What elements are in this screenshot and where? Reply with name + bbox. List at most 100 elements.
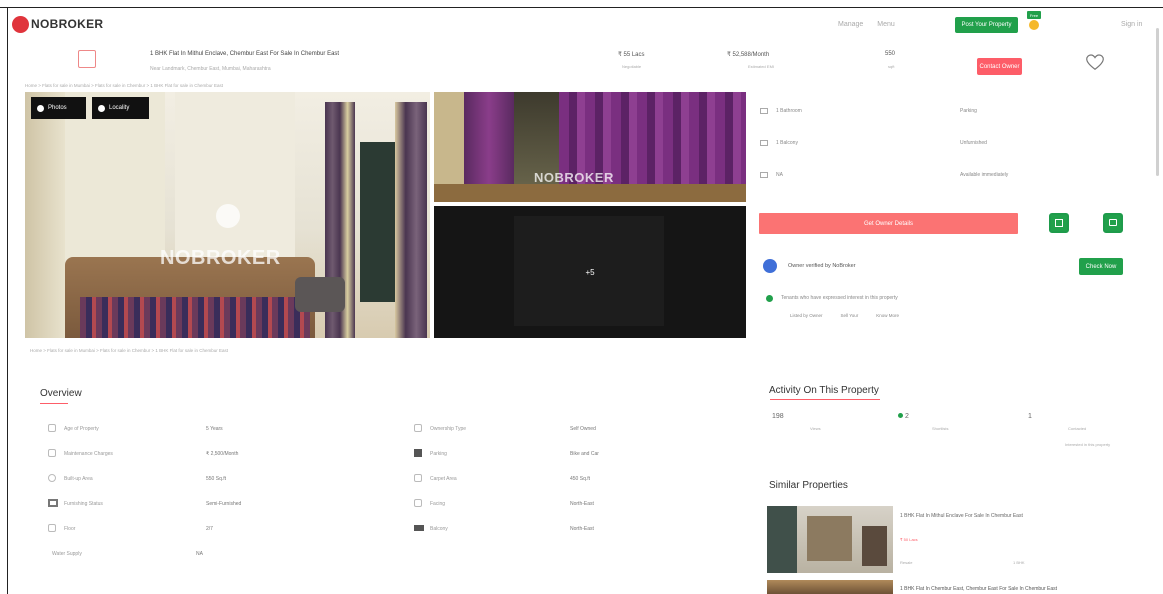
owner-notice: Tenants who have expressed interest in t… <box>781 295 898 301</box>
badge-coin-icon <box>1029 20 1039 30</box>
side-photo-1[interactable]: NOBROKER <box>434 92 746 202</box>
maintenance-icon <box>48 449 56 457</box>
views-label: Views <box>810 426 821 431</box>
carpet-icon <box>414 474 422 482</box>
contact-owner-button[interactable]: Contact Owner <box>977 58 1022 75</box>
side-photo-watermark: NOBROKER <box>534 170 614 185</box>
contacted-label: Contacted <box>1068 426 1087 431</box>
area-sub: sqft <box>888 64 895 69</box>
ov-row1-label1: Age of Property <box>64 426 99 432</box>
listing-title: 1 BHK Flat In Mithul Enclave, Chembur Ea… <box>150 51 340 57</box>
facing-icon <box>414 499 422 507</box>
side-photo-2[interactable]: +5 <box>434 206 746 338</box>
activity-stats: 198 Views 2 Shortlists 1 Contacted <box>772 413 1132 453</box>
camera-icon <box>37 104 44 112</box>
check-now-button[interactable]: Check Now <box>1079 258 1123 275</box>
ov-row6-value1: NA <box>196 551 203 557</box>
photo-caption-breadcrumb: Home > Flats for sale in Mumbai > Flats … <box>30 348 228 353</box>
ov-row3-label2: Carpet Area <box>430 476 457 482</box>
emi-value: ₹ 52,588/Month <box>727 52 770 58</box>
main-photo-watermark: NOBROKER <box>160 247 281 269</box>
post-property-button[interactable]: Post Your Property <box>955 17 1018 33</box>
ov-row2-value1: ₹ 2,500/Month <box>206 451 239 457</box>
free-badge-label: Free <box>1027 11 1041 19</box>
sign-in-link[interactable]: Sign in <box>1121 21 1142 28</box>
ov-row3-value1: 550 Sq.ft <box>206 476 227 482</box>
compass-icon <box>98 104 105 112</box>
similar-item-2-photo <box>767 580 893 594</box>
owner-link-3[interactable]: Know More <box>876 313 899 318</box>
ov-row5-value2: North-East <box>570 526 594 532</box>
views-value: 198 <box>772 413 784 420</box>
owner-verified-text: Owner verified by NoBroker <box>788 263 856 269</box>
page-scrollbar[interactable] <box>1156 28 1159 176</box>
furnishing-icon <box>48 499 58 507</box>
ov-row1-value2: Self Owned <box>570 426 596 432</box>
brand-name: NOBROKER <box>31 17 104 31</box>
similar-item-1-area: 1 BHK <box>1013 560 1025 565</box>
fact-1-label: 1 Bathroom <box>776 108 802 114</box>
ov-row3-value2: 450 Sq.ft <box>570 476 591 482</box>
activity-underline <box>770 399 880 400</box>
ov-row4-value2: North-East <box>570 501 594 507</box>
similar-item-1-price: ₹ 50 Lacs <box>900 537 918 542</box>
nav-menu[interactable]: Menu <box>877 21 895 28</box>
ov-row2-label1: Maintenance Charges <box>64 451 113 457</box>
balcony-icon <box>760 140 768 146</box>
similar-item-1[interactable]: 1 BHK Flat In Mithul Enclave For Sale In… <box>767 506 1147 573</box>
similar-title: Similar Properties <box>769 480 848 491</box>
owner-links: Listed by Owner Sell Your Know More <box>790 313 899 318</box>
brand-logo-icon <box>12 15 29 33</box>
photos-button[interactable]: Photos <box>31 97 86 119</box>
owner-link-2[interactable]: Sell Your <box>841 313 859 318</box>
quick-facts: 1 Bathroom Parking 1 Balcony Unfurnished… <box>760 100 1060 190</box>
activity-title: Activity On This Property <box>769 385 879 396</box>
brand-logo[interactable]: NOBROKER <box>12 15 103 33</box>
more-photos-count: +5 <box>585 267 595 277</box>
parking-icon <box>414 449 422 457</box>
fact-3-label: NA <box>776 172 783 178</box>
shortlist-icon <box>898 413 903 418</box>
similar-item-2[interactable]: 1 BHK Flat In Chembur East, Chembur East… <box>767 580 1147 594</box>
listing-address: Near Landmark, Chembur East, Mumbai, Mah… <box>150 66 271 72</box>
play-360-icon[interactable] <box>216 204 240 228</box>
similar-item-1-meta: Resale <box>900 560 913 565</box>
similar-item-1-photo <box>767 506 893 573</box>
emi-sub: Estimated EMI <box>748 64 775 69</box>
fact-3-value: Available immediately <box>960 172 1009 178</box>
heart-icon[interactable] <box>1086 54 1104 71</box>
ov-row1-label2: Ownership Type <box>430 426 467 432</box>
age-icon <box>48 424 56 432</box>
floor-level-icon <box>48 524 56 532</box>
owner-link-1[interactable]: Listed by Owner <box>790 313 823 318</box>
overview-underline <box>40 403 68 404</box>
price-value: ₹ 55 Lacs <box>618 52 645 58</box>
similar-item-2-title: 1 BHK Flat In Chembur East, Chembur East… <box>900 586 1058 592</box>
top-border <box>0 7 1163 8</box>
bath-icon <box>760 108 768 114</box>
chat-icon[interactable] <box>1103 213 1123 233</box>
overview-title: Overview <box>40 388 82 399</box>
ov-row4-label1: Furnishing Status <box>64 501 103 507</box>
breadcrumb[interactable]: Home > Flats for sale in Mumbai > Flats … <box>25 83 565 88</box>
calendar-icon[interactable] <box>1049 213 1069 233</box>
ov-row3-label1: Built-up Area <box>64 476 93 482</box>
left-border <box>7 7 8 594</box>
nav-manage[interactable]: Manage <box>838 21 863 28</box>
ov-row2-label2: Parking <box>430 451 447 457</box>
get-owner-details-button[interactable]: Get Owner Details <box>759 213 1018 234</box>
activity-footer: Interested in this property <box>1065 442 1111 447</box>
ov-row5-label2: Balcony <box>430 526 448 532</box>
ov-row6-label1: Water Supply <box>52 551 82 557</box>
ov-row4-value1: Semi-Furnished <box>206 501 242 507</box>
ov-row5-value1: 2/7 <box>206 526 213 532</box>
balcony-ov-icon <box>414 525 424 531</box>
main-photo[interactable]: NOBROKER <box>25 92 430 338</box>
check-icon <box>766 295 773 302</box>
fact-2-label: 1 Balcony <box>776 140 798 146</box>
ov-row1-value1: 5 Years <box>206 426 223 432</box>
property-type-icon <box>78 50 96 68</box>
fact-2-value: Unfurnished <box>960 140 987 146</box>
locality-button[interactable]: Locality <box>92 97 149 119</box>
shortlists-value: 2 <box>904 413 909 420</box>
